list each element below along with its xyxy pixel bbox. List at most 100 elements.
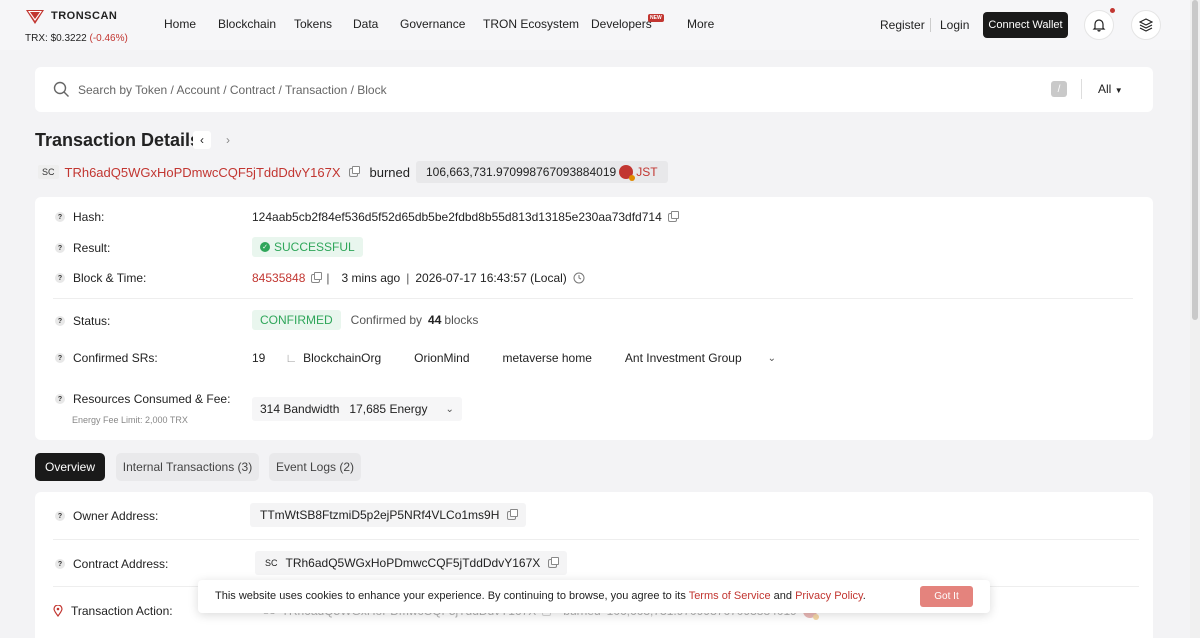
time-ago: 3 mins ago xyxy=(341,271,401,285)
separator: | xyxy=(406,271,410,285)
contract-address-link[interactable]: TRh6adQ5WGxHoPDmwcCQF5jTddDdvY167X xyxy=(286,556,541,570)
energy-value: 17,685 Energy xyxy=(349,402,428,416)
confirmed-badge: CONFIRMED xyxy=(252,310,341,330)
privacy-policy-link[interactable]: Privacy Policy xyxy=(795,590,863,602)
login-link[interactable]: Login xyxy=(940,18,969,32)
copy-icon[interactable] xyxy=(667,210,679,222)
notifications-button[interactable] xyxy=(1084,10,1114,40)
separator: | xyxy=(326,271,330,285)
chevron-left-icon: ‹ xyxy=(200,133,204,147)
search-bar[interactable]: Search by Token / Account / Contract / T… xyxy=(35,67,1153,112)
status-label: ? Status: xyxy=(55,314,110,328)
owner-address-link[interactable]: TTmWtSB8FtzmiD5p2ejP5NRf4VLCo1ms9H xyxy=(260,508,499,522)
contract-address-link[interactable]: TRh6adQ5WGxHoPDmwcCQF5jTddDdvY167X xyxy=(65,165,341,180)
copy-icon[interactable] xyxy=(311,271,323,283)
contract-address-label-text: Contract Address: xyxy=(73,557,169,571)
amount-value: 106,663,731.970998767093884019 xyxy=(425,165,617,179)
hash-value: 124aab5cb2f84ef536d5f52d65db5be2fdbd8b55… xyxy=(252,210,679,224)
copy-icon[interactable] xyxy=(548,556,560,568)
sr-item[interactable]: BlockchainOrg xyxy=(303,351,381,365)
resources-value: 314 Bandwidth 17,685 Energy ⌄ xyxy=(252,397,462,421)
block-number-link[interactable]: 84535848 xyxy=(252,271,305,285)
result-label-text: Result: xyxy=(73,241,111,255)
price-label: TRX: xyxy=(25,33,48,44)
clock-icon[interactable] xyxy=(573,272,585,284)
search-divider xyxy=(1081,79,1082,99)
transaction-action-label-text: Transaction Action: xyxy=(71,604,173,618)
cookie-message: This website uses cookies to enhance you… xyxy=(215,590,866,602)
block-time-label: ? Block & Time: xyxy=(55,271,146,285)
tab-overview[interactable]: Overview xyxy=(35,453,105,481)
tronscan-logo[interactable]: TRONSCAN xyxy=(25,7,117,25)
block-time-label-text: Block & Time: xyxy=(73,271,147,285)
help-icon[interactable]: ? xyxy=(55,559,65,569)
transaction-summary: SC TRh6adQ5WGxHoPDmwcCQF5jTddDdvY167X bu… xyxy=(38,161,668,183)
status-value: CONFIRMED Confirmed by 44 blocks xyxy=(252,310,478,330)
status-label-text: Status: xyxy=(73,314,111,328)
copy-icon[interactable] xyxy=(507,508,519,520)
tree-branch-icon: ∟ xyxy=(285,351,298,365)
confirmed-by-text: Confirmed by xyxy=(350,313,423,327)
resources-label-text: Resources Consumed & Fee: xyxy=(73,392,231,406)
search-input[interactable]: Search by Token / Account / Contract / T… xyxy=(78,83,387,97)
page-title: Transaction Details xyxy=(35,130,201,150)
next-transaction-button[interactable]: › xyxy=(219,131,237,149)
contract-address-value: SC TRh6adQ5WGxHoPDmwcCQF5jTddDdvY167X xyxy=(255,551,568,575)
sr-item[interactable]: OrionMind xyxy=(414,351,469,365)
nav-blockchain[interactable]: Blockchain xyxy=(218,17,276,31)
help-icon[interactable]: ? xyxy=(55,243,65,253)
transaction-details-card: ? Hash: 124aab5cb2f84ef536d5f52d65db5be2f… xyxy=(35,197,1153,440)
section-divider xyxy=(53,539,1139,540)
cookie-text: This website uses cookies to enhance you… xyxy=(215,590,686,602)
nav-tokens[interactable]: Tokens xyxy=(294,17,332,31)
scroll-thumb[interactable] xyxy=(1192,0,1198,320)
nav-more[interactable]: More xyxy=(687,17,714,31)
nav-developers[interactable]: Developers NEW xyxy=(591,14,664,31)
resources-label: ? Resources Consumed & Fee: xyxy=(55,392,230,406)
got-it-button[interactable]: Got It xyxy=(920,586,973,607)
top-navigation-bar: TRONSCAN TRX: $0.3222 (-0.46%) Home Bloc… xyxy=(0,0,1190,50)
nav-governance[interactable]: Governance xyxy=(400,17,465,31)
nav-tron-ecosystem[interactable]: TRON Ecosystem xyxy=(483,17,579,31)
search-filter-label: All xyxy=(1098,82,1112,96)
sr-item[interactable]: metaverse home xyxy=(503,351,592,365)
check-circle-icon: ✓ xyxy=(260,242,270,252)
token-symbol-link[interactable]: JST xyxy=(636,165,657,179)
prev-transaction-button[interactable]: ‹ xyxy=(193,131,211,149)
nav-data[interactable]: Data xyxy=(353,17,378,31)
location-pin-icon xyxy=(53,605,63,617)
chevron-down-icon[interactable]: ⌄ xyxy=(445,404,453,415)
cookie-banner: This website uses cookies to enhance you… xyxy=(198,580,990,613)
contract-address-label: ? Contract Address: xyxy=(55,557,168,571)
help-icon[interactable]: ? xyxy=(55,316,65,326)
result-label: ? Result: xyxy=(55,241,110,255)
price-value: $0.3222 xyxy=(50,33,87,44)
help-icon[interactable]: ? xyxy=(55,394,65,404)
search-filter-dropdown[interactable]: All ▼ xyxy=(1098,82,1123,96)
hash-label-text: Hash: xyxy=(73,210,105,224)
sr-item[interactable]: Ant Investment Group xyxy=(625,351,742,365)
nav-developers-label: Developers xyxy=(591,17,652,31)
overview-card: ? Owner Address: TTmWtSB8FtzmiD5p2ejP5NRf… xyxy=(35,492,1153,638)
confirmed-srs-value: 19 ∟ BlockchainOrg OrionMind metaverse h… xyxy=(252,351,776,365)
jst-token-icon xyxy=(619,165,636,181)
timestamp: 2026-07-17 16:43:57 (Local) xyxy=(415,271,567,285)
terms-of-service-link[interactable]: Terms of Service xyxy=(689,590,771,602)
tab-internal-transactions[interactable]: Internal Transactions (3) xyxy=(116,453,259,481)
wallet-button[interactable] xyxy=(1131,10,1161,40)
help-icon[interactable]: ? xyxy=(55,511,65,521)
chevron-down-icon[interactable]: ⌄ xyxy=(768,353,776,364)
copy-icon[interactable] xyxy=(348,165,360,177)
tab-event-logs[interactable]: Event Logs (2) xyxy=(269,453,361,481)
bandwidth-value: 314 Bandwidth xyxy=(260,402,340,416)
section-divider xyxy=(53,298,1133,299)
connect-wallet-button[interactable]: Connect Wallet xyxy=(983,12,1068,38)
page-scrollbar[interactable] xyxy=(1190,0,1200,638)
smart-contract-tag: SC xyxy=(38,165,59,179)
nav-home[interactable]: Home xyxy=(164,17,196,31)
help-icon[interactable]: ? xyxy=(55,212,65,222)
register-link[interactable]: Register xyxy=(880,18,925,32)
help-icon[interactable]: ? xyxy=(55,353,65,363)
confirmed-srs-label-text: Confirmed SRs: xyxy=(73,351,158,365)
help-icon[interactable]: ? xyxy=(55,273,65,283)
